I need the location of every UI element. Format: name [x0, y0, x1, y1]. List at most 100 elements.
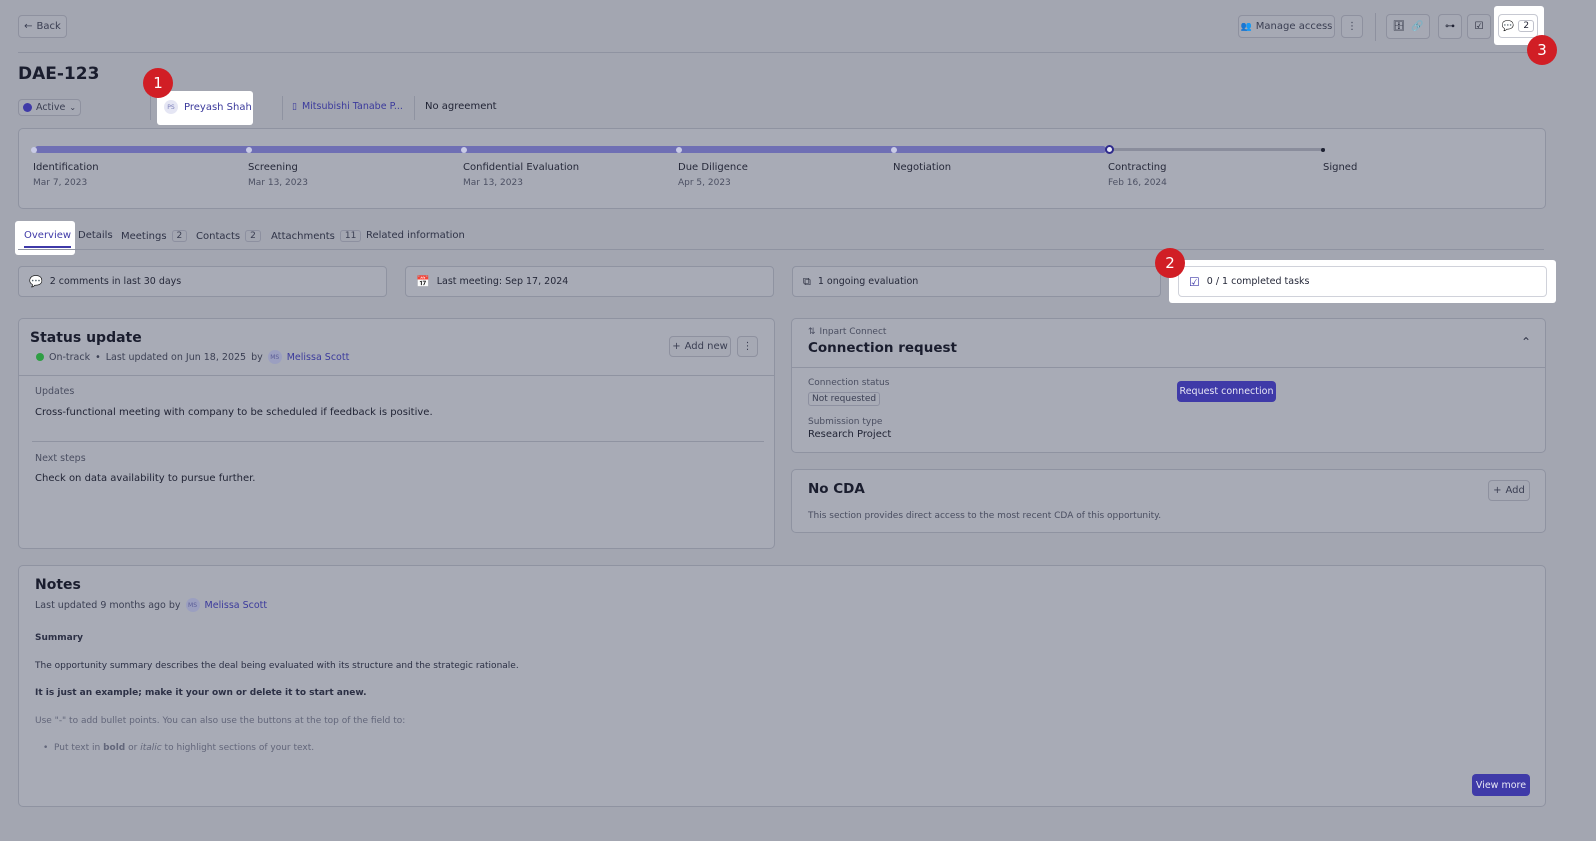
toolbar-divider: [1375, 13, 1376, 41]
notes-title: Notes: [35, 577, 81, 593]
connection-status-label: Connection status: [808, 378, 890, 388]
owner-avatar: PS: [164, 100, 178, 114]
database-link-group: 🗄 🔗: [1386, 14, 1430, 39]
pipeline-stage-name: Negotiation: [893, 162, 952, 173]
back-button[interactable]: ← Back: [18, 15, 67, 38]
status-update-title: Status update: [30, 330, 142, 346]
comment-icon: 💬: [1501, 20, 1515, 32]
tab-overview[interactable]: Overview: [24, 230, 72, 248]
last-updated-text: Last updated on Jun 18, 2025: [105, 351, 247, 363]
updates-text: Cross-functional meeting with company to…: [35, 407, 433, 418]
more-options-button[interactable]: ⋮: [1341, 15, 1363, 38]
hierarchy-button[interactable]: ⊶: [1438, 14, 1462, 39]
author-avatar: MS: [267, 350, 282, 364]
pipeline-stage-date: Mar 13, 2023: [463, 178, 523, 188]
pipeline-stage-marker: [31, 147, 37, 153]
collapse-button[interactable]: ⌃: [1521, 335, 1531, 349]
notes-updated-text: Last updated 9 months ago by: [35, 599, 181, 611]
pipeline-stage-marker: [1321, 148, 1325, 152]
copy-icon: ⧉: [803, 274, 811, 288]
tab-count-badge: 11: [339, 230, 362, 242]
marker-1: 1: [143, 68, 173, 98]
owner-chip[interactable]: PS Preyash Shah: [164, 100, 252, 114]
owner-name: Preyash Shah: [184, 101, 252, 113]
submission-type-label: Submission type: [808, 417, 883, 427]
tab-label: Contacts: [196, 230, 241, 242]
pipeline-stage-name: Screening: [248, 162, 298, 173]
database-icon[interactable]: 🗄: [1392, 21, 1405, 32]
by-label: by: [251, 351, 263, 363]
back-label: Back: [36, 21, 61, 32]
status-dropdown[interactable]: Active ⌄: [18, 99, 81, 116]
meeting-stat[interactable]: 📅 Last meeting: Sep 17, 2024: [405, 266, 774, 297]
connection-title: Connection request: [808, 340, 957, 356]
notes-author-avatar: MS: [185, 598, 200, 612]
comments-stat-text: 2 comments in last 30 days: [49, 276, 182, 287]
cda-title: No CDA: [808, 481, 865, 497]
notes-paragraph-3: Use "-" to add bullet points. You can al…: [35, 716, 406, 726]
notes-bullet: • Put text in bold or italic to highligh…: [43, 743, 314, 753]
tab-label: Details: [78, 230, 113, 241]
request-connection-button[interactable]: Request connection: [1177, 381, 1276, 402]
bullet-dot: •: [43, 743, 55, 753]
tab-meetings[interactable]: Meetings 2: [121, 230, 188, 242]
updates-divider: [32, 441, 764, 442]
title-divider-1: [150, 96, 151, 120]
plus-icon: +: [1493, 485, 1502, 496]
tab-details[interactable]: Details: [78, 230, 113, 241]
more-vertical-icon: ⋮: [742, 341, 753, 352]
evaluation-stat-text: 1 ongoing evaluation: [817, 276, 919, 287]
meta-separator: •: [95, 351, 101, 363]
comments-count: 2: [1518, 20, 1535, 32]
connection-card: [791, 318, 1546, 453]
agreement-status: No agreement: [425, 101, 497, 112]
marker-3: 3: [1527, 35, 1557, 65]
tab-contacts[interactable]: Contacts 2: [196, 230, 261, 242]
add-new-button[interactable]: + Add new: [669, 336, 731, 357]
evaluation-stat[interactable]: ⧉ 1 ongoing evaluation: [792, 266, 1161, 297]
manage-access-label: Manage access: [1255, 21, 1333, 32]
notes-author-name[interactable]: Melissa Scott: [205, 600, 268, 611]
connection-source-text: Inpart Connect: [819, 327, 887, 337]
cda-description: This section provides direct access to t…: [808, 511, 1162, 521]
manage-access-button[interactable]: 👥 Manage access: [1238, 15, 1335, 38]
bullet-italic: italic: [140, 743, 162, 753]
connection-divider: [792, 367, 1545, 368]
building-icon: ▯: [292, 101, 297, 112]
tab-label: Related information: [366, 230, 465, 241]
next-steps-text: Check on data availability to pursue fur…: [35, 473, 256, 484]
pipeline-stage-name: Signed: [1323, 162, 1358, 173]
pipeline-stage-marker: [891, 147, 897, 153]
header-divider: [18, 52, 1544, 53]
view-more-button[interactable]: View more: [1472, 774, 1530, 796]
tab-label: Attachments: [271, 230, 335, 242]
marker-2: 2: [1155, 248, 1185, 278]
arrow-left-icon: ←: [24, 21, 33, 32]
link-icon[interactable]: 🔗: [1411, 21, 1423, 32]
status-dot-icon: [23, 103, 32, 112]
more-vertical-icon: ⋮: [1347, 21, 1357, 32]
page-title: DAE-123: [18, 64, 100, 84]
cda-add-button[interactable]: + Add: [1488, 480, 1530, 501]
pipeline-stage-name: Due Diligence: [678, 162, 748, 173]
tab-label: Meetings: [121, 230, 167, 242]
checkbox-icon: ☑: [1474, 21, 1484, 32]
notes-paragraph-1: The opportunity summary describes the de…: [35, 661, 519, 671]
tab-attachments[interactable]: Attachments 11: [271, 230, 362, 242]
plus-icon: +: [672, 341, 681, 352]
company-link[interactable]: ▯ Mitsubishi Tanabe P...: [292, 101, 403, 112]
status-more-button[interactable]: ⋮: [737, 336, 758, 357]
comments-stat[interactable]: 💬 2 comments in last 30 days: [18, 266, 387, 297]
submission-type-value: Research Project: [808, 429, 892, 440]
pipeline-stage-name: Contracting: [1108, 162, 1167, 173]
author-name[interactable]: Melissa Scott: [287, 352, 350, 363]
pipeline-stage-marker: [1105, 145, 1114, 154]
company-name: Mitsubishi Tanabe P...: [301, 101, 403, 112]
pipeline-progress: [35, 146, 1106, 153]
tasks-button[interactable]: ☑: [1467, 14, 1491, 39]
comment-icon: 💬: [29, 275, 43, 288]
comments-button[interactable]: 💬 2: [1498, 14, 1538, 38]
tasks-stat[interactable]: ☑ 0 / 1 completed tasks: [1178, 266, 1547, 297]
tab-related-information[interactable]: Related information: [366, 230, 465, 241]
tasks-stat-text: 0 / 1 completed tasks: [1206, 276, 1310, 287]
